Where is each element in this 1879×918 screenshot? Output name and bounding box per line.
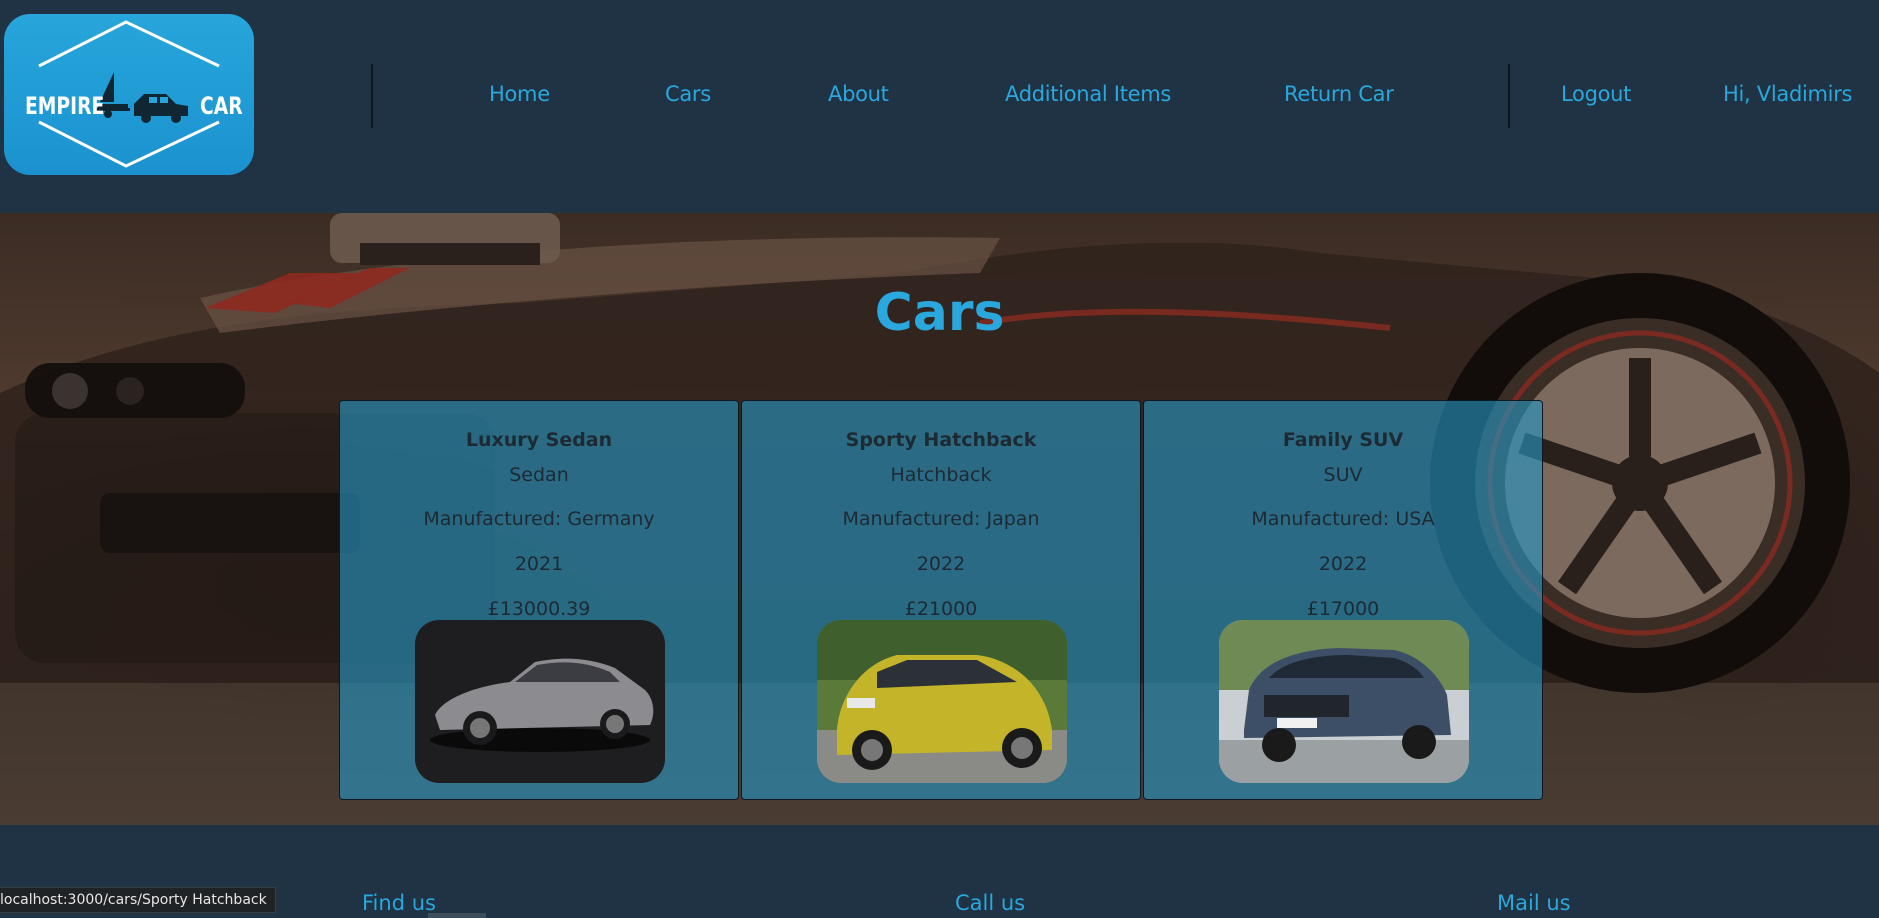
car-price: £21000 xyxy=(904,598,978,620)
silver-sedan-photo-icon[interactable] xyxy=(415,620,665,783)
car-type: Hatchback xyxy=(890,464,992,486)
nav-logout-link[interactable]: Logout xyxy=(1561,82,1631,106)
car-card-family-suv[interactable]: Family SUV SUV Manufactured: USA 2022 £1… xyxy=(1143,400,1543,800)
hero-section: Cars Luxury Sedan Sedan Manufactured: Ge… xyxy=(0,213,1879,825)
nav-additional-items-link[interactable]: Additional Items xyxy=(1005,82,1171,106)
car-manufactured: Manufactured: Japan xyxy=(842,508,1040,530)
car-year: 2022 xyxy=(916,553,966,575)
nav-cars-link[interactable]: Cars xyxy=(665,82,711,106)
footer-call-us: Call us xyxy=(955,891,1026,915)
logo-text-empire: EMPIRE xyxy=(25,92,105,120)
nav-divider-left xyxy=(371,64,373,128)
car-type: SUV xyxy=(1323,464,1363,486)
car-price: £17000 xyxy=(1306,598,1380,620)
car-card-sporty-hatchback[interactable]: Sporty Hatchback Hatchback Manufactured:… xyxy=(741,400,1141,800)
site-header: EMPIRE CAR Home Cars About Additional It… xyxy=(0,0,1879,213)
page-title: Cars xyxy=(874,283,1005,343)
car-card-luxury-sedan[interactable]: Luxury Sedan Sedan Manufactured: Germany… xyxy=(339,400,739,800)
nav-user-greeting[interactable]: Hi, Vladimirs xyxy=(1723,82,1852,106)
car-manufactured: Manufactured: USA xyxy=(1251,508,1435,530)
car-manufactured: Manufactured: Germany xyxy=(423,508,655,530)
site-footer: Find us Call us Mail us xyxy=(0,825,1879,918)
footer-scroll-indicator xyxy=(428,913,486,918)
blue-suv-photo-icon[interactable] xyxy=(1219,620,1469,783)
logo-text-car: CAR xyxy=(200,92,243,120)
nav-return-car-link[interactable]: Return Car xyxy=(1284,82,1394,106)
car-year: 2021 xyxy=(514,553,564,575)
car-type: Sedan xyxy=(509,464,569,486)
empire-car-logo[interactable]: EMPIRE CAR xyxy=(4,14,254,175)
car-name: Luxury Sedan xyxy=(465,429,613,451)
nav-home-link[interactable]: Home xyxy=(489,82,550,106)
nav-divider-right xyxy=(1508,64,1510,128)
nav-about-link[interactable]: About xyxy=(828,82,889,106)
car-year: 2022 xyxy=(1318,553,1368,575)
footer-find-us: Find us xyxy=(362,891,436,915)
yellow-hatchback-photo-icon[interactable] xyxy=(817,620,1067,783)
car-name: Family SUV xyxy=(1282,429,1404,451)
car-price: £13000.39 xyxy=(487,598,591,620)
footer-mail-us: Mail us xyxy=(1497,891,1571,915)
car-name: Sporty Hatchback xyxy=(845,429,1037,451)
browser-status-bar-url: localhost:3000/cars/Sporty Hatchback xyxy=(0,887,276,913)
